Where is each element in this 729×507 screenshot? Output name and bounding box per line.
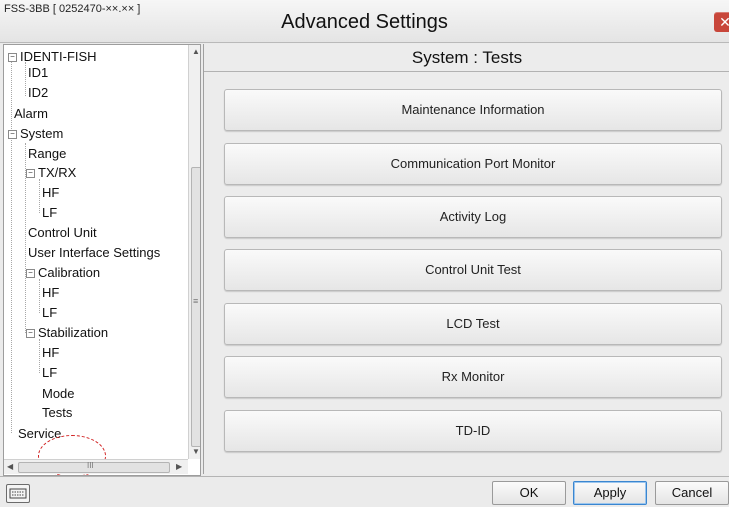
keyboard-button[interactable] xyxy=(6,484,30,503)
tree-scroll-thumb[interactable]: ≡ xyxy=(191,167,200,447)
tree-collapse-icon[interactable]: − xyxy=(26,329,35,338)
grip-icon: ≡ xyxy=(193,296,199,306)
title-bar: FSS-3BB [ 0252470-××.×× ] Advanced Setti… xyxy=(0,0,729,43)
scroll-down-icon[interactable]: ▼ xyxy=(192,447,200,456)
close-icon: ✕ xyxy=(719,14,729,30)
td-id-button[interactable]: TD-ID xyxy=(224,410,722,452)
tree-item-range[interactable]: Range xyxy=(28,146,66,161)
scroll-right-icon[interactable]: ▶ xyxy=(176,462,182,471)
tree-item-lf[interactable]: LF xyxy=(42,305,57,320)
keyboard-icon xyxy=(9,488,27,499)
tree-collapse-icon[interactable]: − xyxy=(26,169,35,178)
tree-item-hf[interactable]: HF xyxy=(42,185,59,200)
tree-item-lf[interactable]: LF xyxy=(42,205,57,220)
ok-button[interactable]: OK xyxy=(492,481,566,505)
section-title: System : Tests xyxy=(204,44,729,72)
tree-connector xyxy=(39,279,40,313)
tree-item-user-interface-settings[interactable]: User Interface Settings xyxy=(28,245,160,260)
maintenance-information-button[interactable]: Maintenance Information xyxy=(224,89,722,131)
content-panel: System : Tests Maintenance Information C… xyxy=(203,44,729,474)
tree-collapse-icon[interactable]: − xyxy=(8,130,17,139)
tree-item-tx-rx[interactable]: TX/RX xyxy=(38,165,76,180)
control-unit-test-button[interactable]: Control Unit Test xyxy=(224,249,722,291)
tree-item-calibration[interactable]: Calibration xyxy=(38,265,100,280)
tree-horizontal-scrollbar[interactable]: ◀ III ▶ xyxy=(4,459,188,474)
tree-item-lf[interactable]: LF xyxy=(42,365,57,380)
scroll-up-icon[interactable]: ▲ xyxy=(192,47,200,56)
tree-item-stabilization[interactable]: Stabilization xyxy=(38,325,108,340)
hgrip-icon: III xyxy=(87,461,94,470)
tree-connector xyxy=(39,339,40,373)
tree-item-id2[interactable]: ID2 xyxy=(28,85,48,100)
tree-item-control-unit[interactable]: Control Unit xyxy=(28,225,97,240)
activity-log-button[interactable]: Activity Log xyxy=(224,196,722,238)
tree-item-hf[interactable]: HF xyxy=(42,285,59,300)
scroll-left-icon[interactable]: ◀ xyxy=(7,462,13,471)
tree-connector xyxy=(39,179,40,213)
tree-collapse-icon[interactable]: − xyxy=(8,53,17,62)
apply-button[interactable]: Apply xyxy=(573,481,647,505)
communication-port-monitor-button[interactable]: Communication Port Monitor xyxy=(224,143,722,185)
cancel-button[interactable]: Cancel xyxy=(655,481,729,505)
lcd-test-button[interactable]: LCD Test xyxy=(224,303,722,345)
tree-hscroll-thumb[interactable]: III xyxy=(18,461,170,473)
tree-item-system[interactable]: System xyxy=(20,126,63,141)
settings-tree: − IDENTI-FISH ID1 ID2 Alarm − System Range − TX/R… xyxy=(3,44,201,476)
bottom-bar: OK Apply Cancel xyxy=(0,476,729,507)
model-label: FSS-3BB [ 0252470-××.×× ] xyxy=(4,3,141,15)
tree-connector xyxy=(25,62,26,96)
tree-item-id1[interactable]: ID1 xyxy=(28,65,48,80)
tree-connector xyxy=(11,60,12,433)
rx-monitor-button[interactable]: Rx Monitor xyxy=(224,356,722,398)
tree-item-alarm[interactable]: Alarm xyxy=(14,106,48,121)
tree-item-tests[interactable]: Tests xyxy=(42,405,72,420)
tree-vertical-scrollbar[interactable]: ▲ ≡ ▼ xyxy=(188,45,200,459)
tree-item-hf[interactable]: HF xyxy=(42,345,59,360)
tree-item-mode[interactable]: Mode xyxy=(42,386,75,401)
tree-item-identi-fish[interactable]: IDENTI-FISH xyxy=(20,49,97,64)
tree-collapse-icon[interactable]: − xyxy=(26,269,35,278)
close-button[interactable]: ✕ xyxy=(714,12,729,32)
